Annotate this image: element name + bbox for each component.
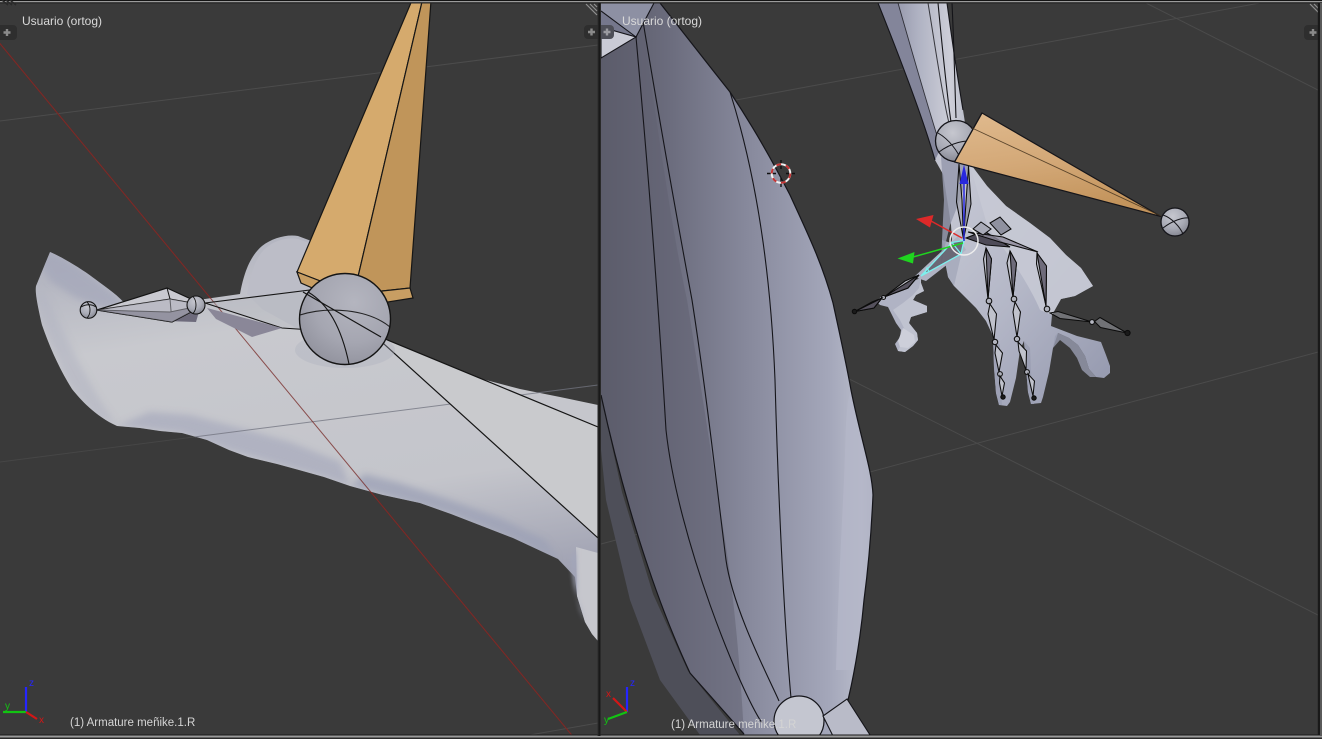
- svg-text:(1) Armature meñike.1.R: (1) Armature meñike.1.R: [70, 717, 195, 729]
- svg-text:Usuario (ortog): Usuario (ortog): [622, 14, 702, 28]
- svg-text:Usuario (ortog): Usuario (ortog): [22, 14, 102, 28]
- svg-text:(1) Armature meñike.1.R: (1) Armature meñike.1.R: [671, 719, 796, 731]
- svg-text:x: x: [606, 689, 611, 700]
- svg-text:z: z: [29, 678, 34, 689]
- svg-text:z: z: [630, 678, 635, 689]
- svg-text:x: x: [39, 715, 44, 726]
- svg-text:y: y: [604, 715, 609, 726]
- svg-text:y: y: [5, 701, 10, 712]
